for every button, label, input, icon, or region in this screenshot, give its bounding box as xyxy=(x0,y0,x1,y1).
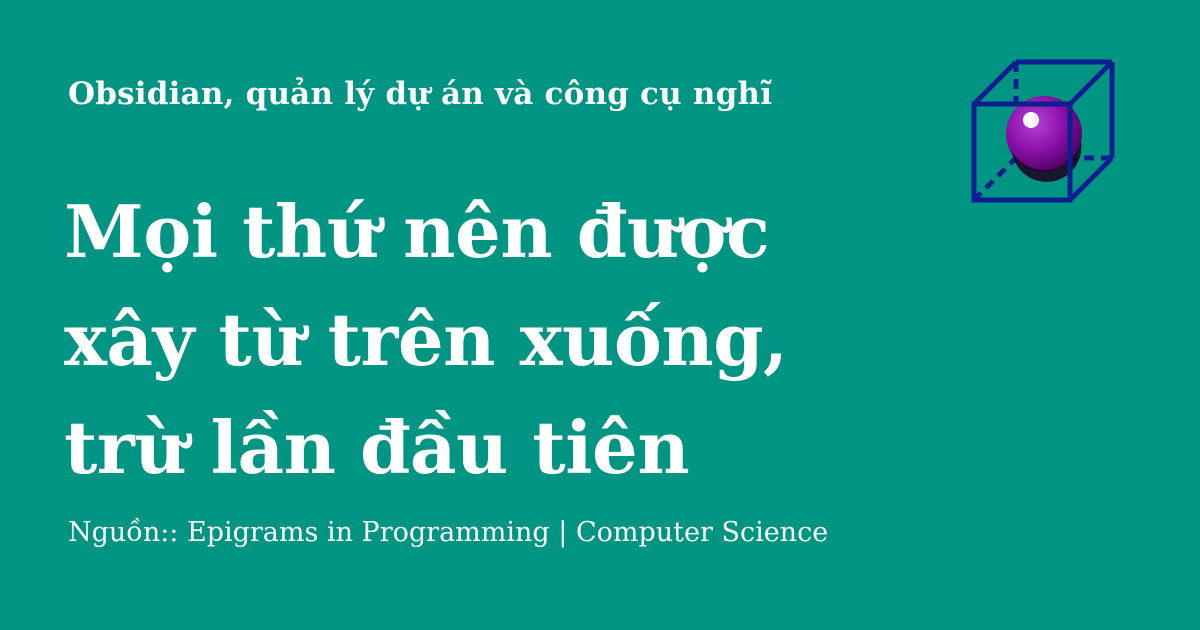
headline-line-1: Mọi thứ nên được xyxy=(64,189,770,274)
headline-line-2: xây từ trên xuống, xyxy=(64,297,788,382)
headline: Mọi thứ nên được xây từ trên xuống, trừ … xyxy=(64,178,944,502)
sphere-highlight xyxy=(1023,112,1039,128)
subtitle: Obsidian, quản lý dự án và công cụ nghĩ xyxy=(68,76,773,112)
cube-with-sphere-icon xyxy=(971,59,1115,203)
source-line: Nguồn:: Epigrams in Programming | Comput… xyxy=(68,517,829,548)
headline-line-3: trừ lần đầu tiên xyxy=(64,405,690,490)
social-card: Obsidian, quản lý dự án và công cụ nghĩ … xyxy=(0,0,1200,630)
